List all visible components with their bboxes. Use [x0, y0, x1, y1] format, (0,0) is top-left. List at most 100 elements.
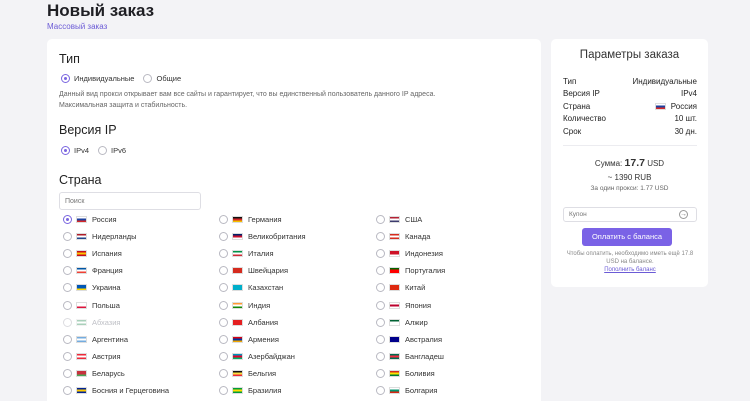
breadcrumb[interactable]: Массовый заказ [47, 22, 107, 31]
country-option[interactable]: Болгария [376, 386, 437, 395]
country-option[interactable]: Босния и Герцеговина [63, 386, 169, 395]
radio-icon[interactable] [63, 283, 72, 293]
country-label: Германия [248, 215, 282, 224]
country-option[interactable]: Канада [376, 232, 430, 242]
radio-icon[interactable] [376, 249, 385, 259]
pay-from-balance-button[interactable]: Оплатить с баланса [582, 228, 672, 246]
country-option[interactable]: Аргентина [63, 334, 128, 344]
ip-option-ipv6[interactable]: IPv6 [98, 146, 126, 155]
country-option[interactable]: Италия [219, 249, 274, 259]
country-option[interactable]: Индонезия [376, 249, 443, 259]
top-up-balance-link[interactable]: Пополнить баланс [565, 266, 695, 274]
radio-icon[interactable] [63, 232, 72, 242]
radio-icon[interactable] [376, 317, 385, 327]
flag-icon [76, 352, 87, 360]
sum-rub: ~ 1390 RUB [607, 173, 652, 182]
radio-icon[interactable] [376, 386, 385, 395]
country-option[interactable]: Австралия [376, 334, 442, 344]
radio-icon[interactable] [219, 232, 228, 242]
type-section-title: Тип [59, 52, 80, 66]
country-option[interactable]: Бельгия [219, 368, 276, 378]
flag-icon [389, 369, 400, 377]
country-option[interactable]: Франция [63, 266, 123, 276]
radio-icon[interactable] [376, 334, 385, 344]
country-option[interactable]: Австрия [63, 351, 121, 361]
radio-icon[interactable] [219, 249, 228, 259]
country-label: Боливия [405, 368, 435, 378]
radio-icon[interactable] [219, 351, 228, 361]
summary-row: Тип Индивидуальные [563, 75, 697, 88]
country-option[interactable]: Алжир [376, 317, 428, 327]
flag-icon [76, 216, 87, 223]
country-option[interactable]: Бангладеш [376, 351, 444, 361]
country-option[interactable]: Польша [63, 300, 120, 310]
ip-section-title: Версия IP [59, 123, 117, 137]
ip-option-label: IPv4 [74, 146, 90, 155]
country-option[interactable]: Боливия [376, 368, 435, 378]
country-option[interactable]: Испания [63, 249, 122, 259]
radio-icon[interactable] [219, 317, 228, 327]
radio-icon[interactable] [63, 266, 72, 276]
country-option[interactable]: Албания [219, 317, 278, 327]
country-option[interactable]: Россия [63, 215, 117, 224]
country-option[interactable]: Германия [219, 215, 282, 224]
coupon-apply-icon[interactable]: → [679, 210, 688, 219]
radio-icon[interactable] [61, 146, 70, 155]
radio-icon[interactable] [63, 300, 72, 310]
coupon-input[interactable] [563, 207, 697, 222]
radio-icon[interactable] [219, 283, 228, 293]
country-label: Алжир [405, 317, 428, 327]
country-search-input[interactable] [59, 192, 201, 210]
radio-icon[interactable] [63, 334, 72, 344]
flag-icon [389, 284, 400, 292]
country-option[interactable]: Азербайджан [219, 351, 295, 361]
radio-icon[interactable] [219, 386, 228, 395]
radio-icon[interactable] [219, 215, 228, 224]
flag-icon [76, 301, 87, 309]
country-option[interactable]: Украина [63, 283, 121, 293]
radio-icon[interactable] [376, 300, 385, 310]
country-option[interactable]: Япония [376, 300, 431, 310]
country-label: Болгария [405, 386, 438, 395]
ip-option-label: IPv6 [111, 146, 127, 155]
summary-label: Версия IP [563, 89, 600, 99]
type-option-shared[interactable]: Общие [143, 74, 181, 83]
country-option[interactable]: Китай [376, 283, 425, 293]
radio-icon[interactable] [219, 300, 228, 310]
country-option[interactable]: Швейцария [219, 266, 288, 276]
radio-icon[interactable] [376, 351, 385, 361]
radio-icon[interactable] [61, 74, 70, 83]
radio-icon[interactable] [376, 283, 385, 293]
flag-icon [232, 284, 243, 292]
radio-icon[interactable] [63, 249, 72, 259]
radio-icon[interactable] [376, 368, 385, 378]
order-form-card: Тип Индивидуальные Общие Данный вид прок… [47, 39, 541, 401]
country-option[interactable]: Беларусь [63, 368, 125, 378]
radio-icon[interactable] [376, 232, 385, 242]
country-option[interactable]: Португалия [376, 266, 445, 276]
radio-icon[interactable] [219, 368, 228, 378]
type-option-label: Общие [156, 74, 182, 83]
country-option[interactable]: Бразилия [219, 386, 281, 395]
radio-icon[interactable] [63, 351, 72, 361]
country-option[interactable]: США [376, 215, 422, 224]
radio-icon[interactable] [219, 334, 228, 344]
radio-icon[interactable] [98, 146, 108, 155]
country-option[interactable]: Армения [219, 334, 279, 344]
flag-icon [76, 284, 87, 292]
country-option[interactable]: Великобритания [219, 232, 306, 242]
ip-option-ipv4[interactable]: IPv4 [61, 146, 89, 155]
country-option[interactable]: Индия [219, 300, 270, 310]
country-option[interactable]: Казахстан [219, 283, 283, 293]
summary-label: Количество [563, 114, 606, 124]
type-option-individual[interactable]: Индивидуальные [61, 74, 134, 83]
radio-icon[interactable] [63, 368, 72, 378]
radio-icon[interactable] [63, 215, 72, 224]
radio-icon[interactable] [376, 266, 385, 276]
summary-value-country: Россия [654, 102, 697, 111]
radio-icon[interactable] [143, 74, 153, 83]
radio-icon[interactable] [63, 386, 72, 395]
radio-icon[interactable] [376, 215, 385, 224]
country-option[interactable]: Нидерланды [63, 232, 137, 242]
radio-icon[interactable] [219, 266, 228, 276]
